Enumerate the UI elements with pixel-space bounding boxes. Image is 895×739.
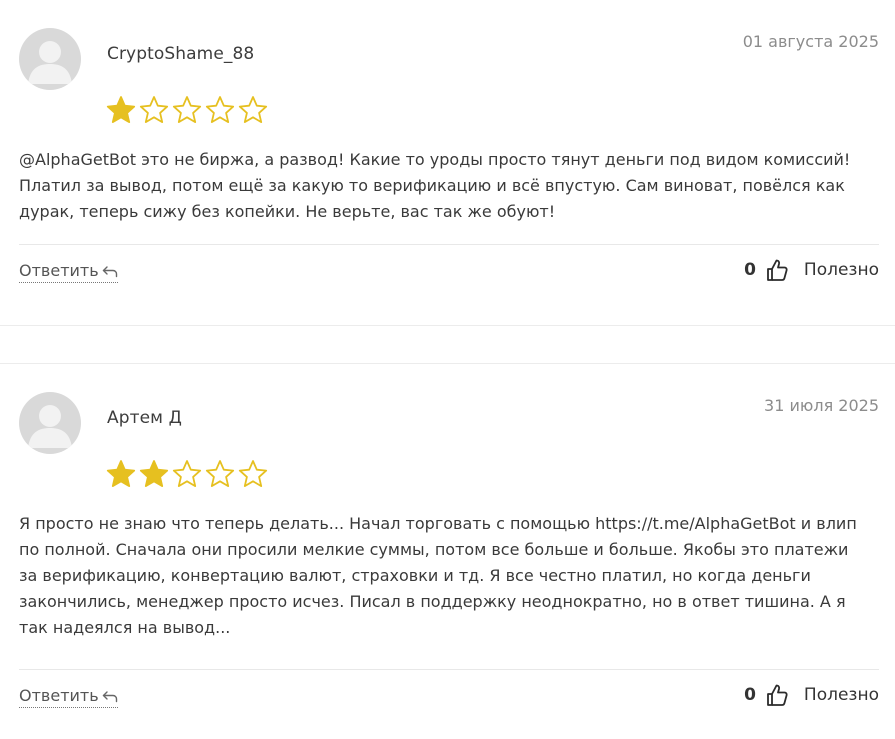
reply-arrow-icon: [102, 690, 117, 702]
review-author: Артем Д: [107, 408, 182, 428]
avatar-icon: [19, 392, 81, 454]
reply-button[interactable]: Ответить: [19, 261, 118, 283]
star-rating: [105, 94, 269, 126]
star-outline-icon: [139, 96, 169, 123]
divider: [19, 669, 879, 670]
helpful-control: 0 Полезно: [744, 258, 879, 282]
helpful-label[interactable]: Полезно: [804, 685, 879, 705]
reply-arrow-icon: [102, 265, 117, 277]
thumbs-up-icon[interactable]: [766, 683, 788, 707]
star-outline-icon: [205, 96, 235, 123]
helpful-count: 0: [744, 260, 756, 280]
section-separator: [0, 325, 895, 326]
helpful-count: 0: [744, 685, 756, 705]
star-filled-icon: [139, 460, 169, 487]
star-outline-icon: [172, 460, 202, 487]
helpful-label[interactable]: Полезно: [804, 260, 879, 280]
star-outline-icon: [238, 460, 268, 487]
reply-label: Ответить: [19, 261, 99, 280]
avatar-icon: [19, 28, 81, 90]
thumbs-up-icon[interactable]: [766, 258, 788, 282]
review-author: CryptoShame_88: [107, 44, 255, 64]
star-outline-icon: [172, 96, 202, 123]
review-card: CryptoShame_88 01 августа 2025 @AlphaGet…: [0, 0, 895, 326]
reply-button[interactable]: Ответить: [19, 686, 118, 708]
reply-label: Ответить: [19, 686, 99, 705]
star-filled-icon: [106, 460, 136, 487]
review-date: 31 июля 2025: [764, 396, 879, 415]
helpful-control: 0 Полезно: [744, 683, 879, 707]
review-date: 01 августа 2025: [742, 32, 879, 51]
review-text: Я просто не знаю что теперь делать... На…: [19, 514, 857, 637]
divider: [19, 244, 879, 245]
star-rating: [105, 458, 269, 490]
review-text: @AlphaGetBot это не биржа, а развод! Как…: [19, 150, 851, 221]
star-outline-icon: [205, 460, 235, 487]
star-outline-icon: [238, 96, 268, 123]
star-filled-icon: [106, 96, 136, 123]
review-card: Артем Д 31 июля 2025 Я просто не знаю чт…: [0, 364, 895, 739]
